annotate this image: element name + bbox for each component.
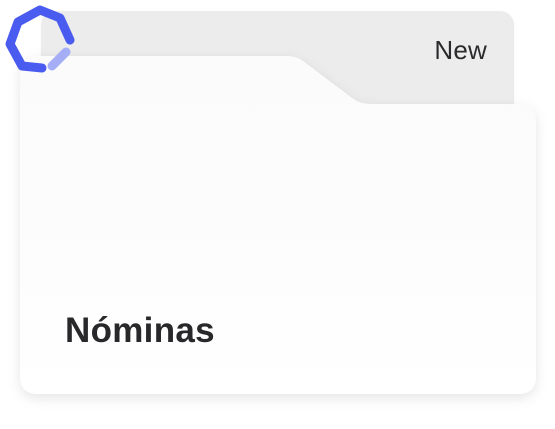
folder-title: Nóminas — [65, 311, 215, 350]
folder-front-shape — [20, 56, 536, 394]
folder-card[interactable]: New Nóminas — [0, 0, 555, 429]
folder-front: Nóminas — [0, 0, 555, 429]
hexagon-ring-logo-icon — [5, 5, 75, 73]
